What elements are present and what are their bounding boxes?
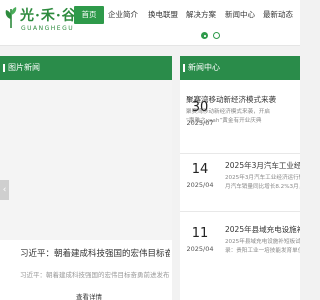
leaf-logo-icon: [5, 7, 17, 28]
news-center-panel: 聚赛湾移动新经济模式来袭 聚赛湾移动新经济模式来袭，开启 “惠雅之yeah”黄金…: [180, 80, 300, 300]
news-photo[interactable]: [0, 80, 172, 240]
chevron-left-icon[interactable]: ‹: [0, 180, 9, 200]
photo-news-headline[interactable]: 习近平：朝着建成科技强国的宏伟目标奋勇...: [20, 247, 170, 259]
section-marker-icon: [3, 64, 5, 72]
page: 光·禾·谷 GUANGHEGU 首页 企业简介 换电联盟 解决方案 新闻中心 最…: [0, 0, 300, 300]
news-item-month: 2025/04: [186, 245, 214, 253]
view-details-button[interactable]: 查看详情: [64, 290, 114, 300]
news-center-header: 新闻中心: [180, 56, 300, 80]
nav-item-home[interactable]: 首页: [74, 6, 104, 24]
news-item-day: 30: [191, 100, 209, 115]
news-list-item[interactable]: 聚赛湾移动新经济模式来袭 聚赛湾移动新经济模式来袭，开启 “惠雅之yeah”黄金…: [180, 80, 300, 154]
site-header: 光·禾·谷 GUANGHEGU 首页 企业简介 换电联盟 解决方案 新闻中心 最…: [0, 0, 300, 46]
photo-news-summary: 习近平：朝着建成科技强国的宏伟目标奋勇前进发布时间...: [20, 271, 170, 279]
news-list-item[interactable]: 14 2025/04 2025年3月汽车工业经济运行 2025年3月汽车工业经济…: [180, 154, 300, 212]
news-center-title: 新闻中心: [188, 63, 220, 72]
news-item-desc: 2025年县域充电设施补短板试点名: [225, 239, 300, 245]
news-list-item[interactable]: 11 2025/04 2025年县域充电设施补短板 2025年县域充电设施补短板…: [180, 218, 300, 276]
brand-logo[interactable]: 光·禾·谷 GUANGHEGU: [4, 4, 76, 36]
news-item-title[interactable]: 2025年3月汽车工业经济运行: [225, 160, 300, 171]
news-item-month: 2025/07: [186, 119, 214, 127]
photo-news-title: 图片新闻: [8, 63, 40, 72]
slider-dot-1[interactable]: [201, 32, 208, 39]
nav-item-company[interactable]: 企业简介: [106, 6, 140, 24]
nav-item-alliance[interactable]: 换电联盟: [146, 6, 180, 24]
news-item-desc: 2025年3月汽车工业经济运行情况: [225, 175, 300, 181]
nav-item-solutions[interactable]: 解决方案: [184, 6, 218, 24]
brand-name-en: GUANGHEGU: [21, 25, 75, 32]
news-item-desc: 月汽车销量同比增长8.2%3月，汽: [225, 184, 300, 190]
news-item-month: 2025/04: [186, 181, 214, 189]
brand-name: 光·禾·谷: [20, 8, 77, 24]
news-item-title[interactable]: 2025年县域充电设施补短板: [225, 224, 300, 235]
news-item-day: 11: [191, 226, 209, 241]
nav-item-latest[interactable]: 最新动态: [260, 6, 296, 24]
photo-news-header: 图片新闻: [0, 56, 172, 80]
photo-news-panel: ‹ 习近平：朝着建成科技强国的宏伟目标奋勇... 习近平：朝着建成科技强国的宏伟…: [0, 80, 172, 300]
news-item-desc: 录：贵阳工业一培技能发育单位: [225, 248, 300, 254]
slider-dot-2[interactable]: [213, 32, 220, 39]
section-marker-icon: [183, 64, 185, 72]
nav-item-news[interactable]: 新闻中心: [223, 6, 257, 24]
news-item-day: 14: [191, 162, 209, 177]
